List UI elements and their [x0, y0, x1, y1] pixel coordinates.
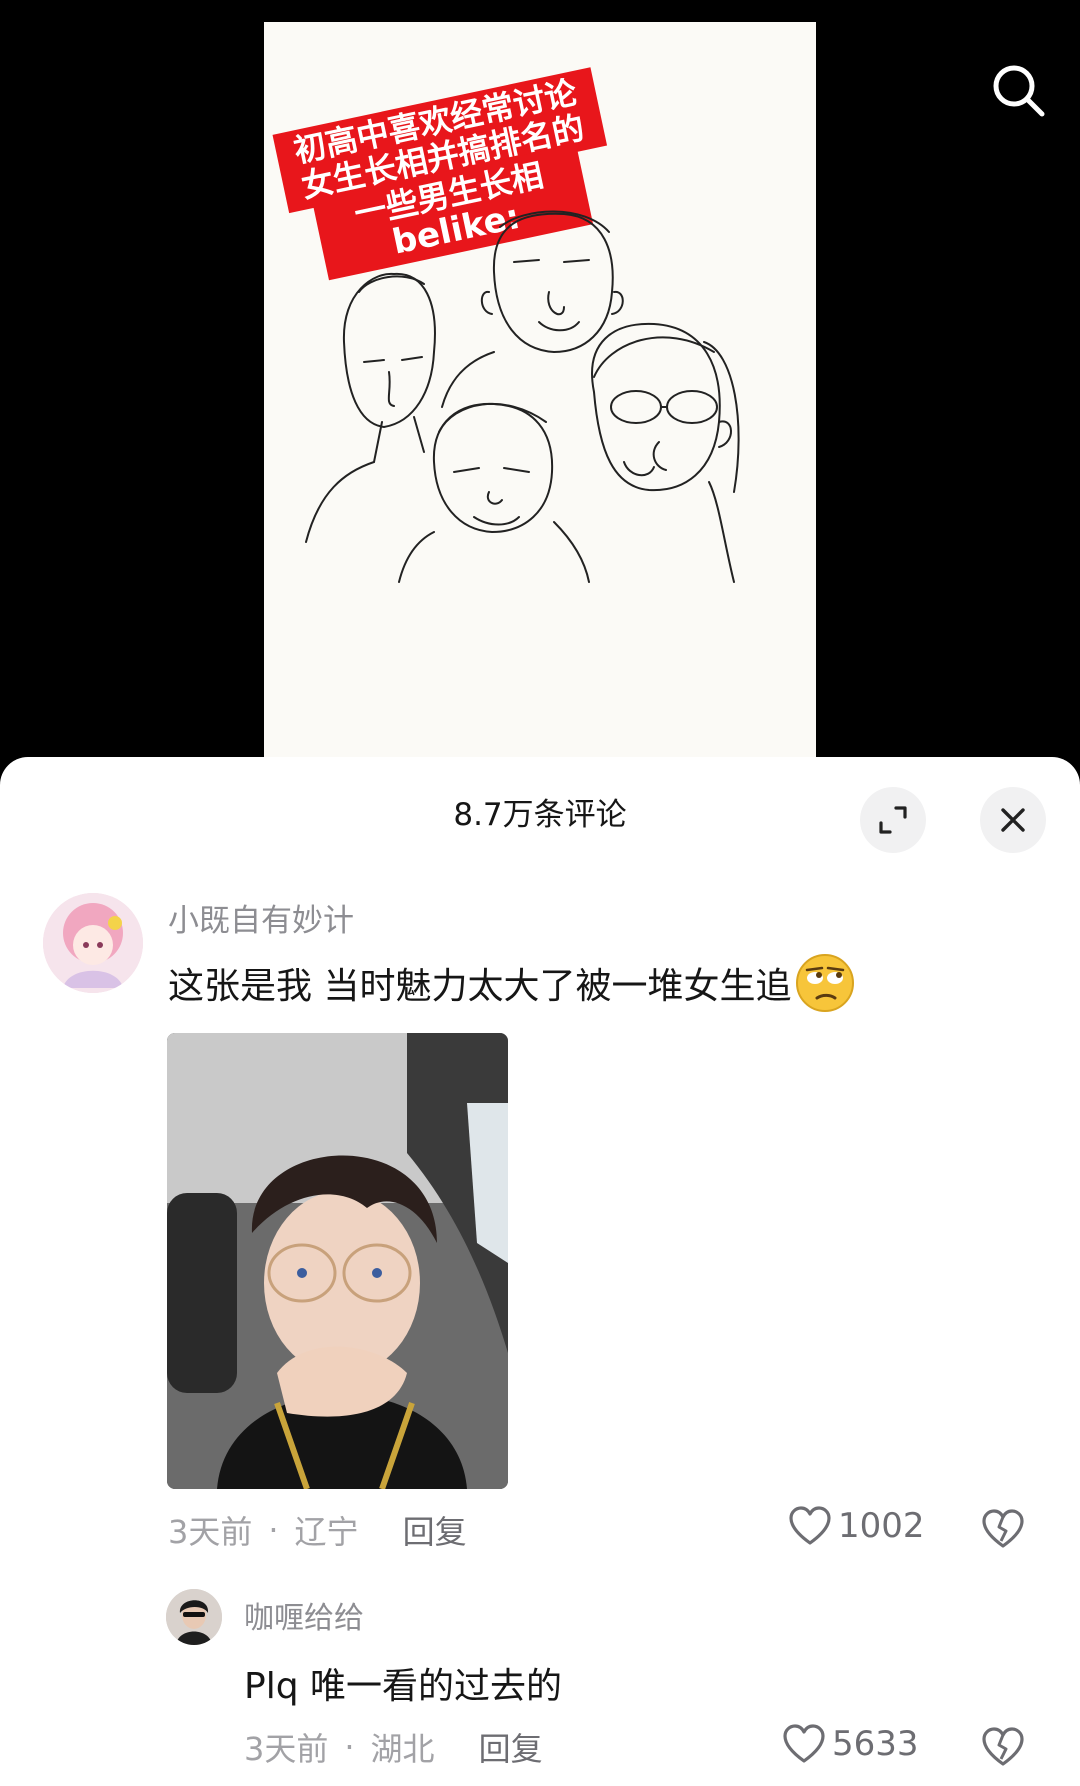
avatar[interactable] [166, 1589, 222, 1645]
heart-icon [783, 1724, 825, 1763]
avatar[interactable] [43, 893, 143, 993]
selfie-photo [167, 1033, 508, 1489]
comments-sheet: 8.7万条评论 小既自有妙计 这张是我 当时魅力太大了被一堆女生追 3天前 · … [0, 757, 1080, 1786]
expand-icon [879, 806, 907, 834]
like-button[interactable]: 1002 [788, 1506, 925, 1546]
sketch-drawing: 初高中喜欢经常讨论 女生长相并搞排名的 一些男生长相 belike: [272, 67, 740, 583]
heart-icon [789, 1506, 831, 1545]
separator: · [344, 1728, 355, 1766]
search-icon [993, 65, 1045, 117]
dislike-button[interactable] [981, 1727, 1025, 1771]
close-icon [1001, 808, 1025, 832]
separator: · [268, 1511, 279, 1549]
comment-location: 湖北 [370, 1730, 435, 1768]
like-count: 5633 [832, 1724, 919, 1764]
caption-banner: 初高中喜欢经常讨论 女生长相并搞排名的 一些男生长相 belike: [272, 67, 608, 281]
reply-button[interactable]: 回复 [479, 1724, 543, 1770]
like-count: 1002 [838, 1506, 925, 1546]
rolling-eyes-emoji-icon [796, 954, 855, 1012]
comment-username[interactable]: 小既自有妙计 [168, 895, 354, 940]
comment-meta: 3天前 · 湖北 回复 [244, 1724, 543, 1770]
comment-body: 这张是我 当时魅力太大了被一堆女生追 [168, 966, 792, 1007]
like-button[interactable]: 5633 [782, 1724, 919, 1764]
comment-text: 这张是我 当时魅力太大了被一堆女生追 [168, 953, 855, 1013]
comment-meta: 3天前 · 辽宁 回复 [168, 1507, 467, 1553]
close-button[interactable] [980, 787, 1046, 853]
dislike-button[interactable] [981, 1509, 1025, 1553]
comment-location: 辽宁 [294, 1513, 359, 1551]
search-button[interactable] [986, 58, 1050, 122]
video-player[interactable]: 初高中喜欢经常讨论 女生长相并搞排名的 一些男生长相 belike: [0, 0, 1080, 760]
reply-button[interactable]: 回复 [403, 1507, 467, 1553]
anime-girl-avatar [43, 893, 143, 993]
screen: 初高中喜欢经常讨论 女生长相并搞排名的 一些男生长相 belike: 8.7万条… [0, 0, 1080, 1786]
sketch-image: 初高中喜欢经常讨论 女生长相并搞排名的 一些男生长相 belike: [264, 22, 816, 760]
broken-heart-icon [982, 1509, 1024, 1548]
comment-time: 3天前 [244, 1730, 329, 1768]
comment-time: 3天前 [168, 1513, 253, 1551]
expand-button[interactable] [860, 787, 926, 853]
comment-image[interactable] [167, 1033, 508, 1489]
user-avatar-photo [166, 1589, 222, 1645]
comment-username[interactable]: 咖喱给给 [244, 1593, 364, 1637]
broken-heart-icon [982, 1727, 1024, 1766]
comment-text: Plq 唯一看的过去的 [244, 1666, 563, 1707]
